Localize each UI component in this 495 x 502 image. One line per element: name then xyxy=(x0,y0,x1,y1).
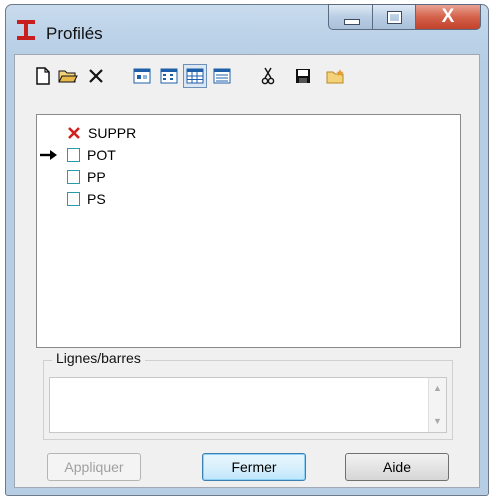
view-details-button[interactable] xyxy=(210,64,234,88)
title-bar[interactable]: Profilés X xyxy=(6,4,488,55)
toolbar xyxy=(15,55,479,95)
delete-button[interactable] xyxy=(84,64,108,88)
scroll-up-icon[interactable]: ▲ xyxy=(429,380,446,397)
view-small-icons-icon xyxy=(133,68,151,84)
view-list-icon xyxy=(160,68,178,84)
checkbox-icon xyxy=(67,148,80,162)
lines-bars-group: Lignes/barres ▲ ▼ xyxy=(43,350,453,440)
scroll-down-icon[interactable]: ▼ xyxy=(429,413,446,430)
new-folder-button[interactable] xyxy=(324,64,348,88)
new-folder-icon xyxy=(326,69,344,84)
view-small-icons-button[interactable] xyxy=(130,64,154,88)
close-icon: X xyxy=(441,6,455,27)
profiles-tree[interactable]: SUPPR POT PP PS xyxy=(36,114,461,348)
apply-button[interactable]: Appliquer xyxy=(47,453,141,481)
current-item-arrow-icon xyxy=(40,150,57,160)
delete-icon xyxy=(89,69,103,83)
view-list-button[interactable] xyxy=(157,64,181,88)
open-button[interactable] xyxy=(56,64,80,88)
maximize-icon xyxy=(387,11,402,24)
tree-item-pp[interactable]: PP xyxy=(67,167,106,187)
help-button[interactable]: Aide xyxy=(345,453,449,481)
tree-item-label: SUPPR xyxy=(88,125,137,141)
view-details-icon xyxy=(213,68,231,84)
new-button[interactable] xyxy=(31,64,55,88)
cut-button[interactable] xyxy=(256,64,280,88)
window-title: Profilés xyxy=(46,24,103,43)
close-button[interactable]: Fermer xyxy=(202,453,306,481)
tree-item-ps[interactable]: PS xyxy=(67,189,106,209)
checkbox-icon xyxy=(67,170,80,184)
close-window-button[interactable]: X xyxy=(415,4,481,30)
view-grid-icon xyxy=(186,68,204,84)
tree-item-label: PS xyxy=(87,191,106,207)
view-grid-button[interactable] xyxy=(183,64,207,88)
profile-i-beam-icon xyxy=(17,20,35,40)
tree-item-label: PP xyxy=(87,169,106,185)
dialog-client-area: SUPPR POT PP PS Lignes/barres ▲ ▼ Appliq… xyxy=(14,54,480,488)
maximize-button[interactable] xyxy=(372,4,416,30)
tree-item-suppr[interactable]: SUPPR xyxy=(67,123,136,143)
minimize-icon xyxy=(344,19,360,25)
tree-item-label: POT xyxy=(87,147,116,163)
open-folder-icon xyxy=(58,70,78,83)
minimize-button[interactable] xyxy=(328,4,373,30)
lines-bars-memo[interactable]: ▲ ▼ xyxy=(49,377,447,433)
checkbox-icon xyxy=(67,192,80,206)
red-x-icon xyxy=(68,127,80,139)
group-title: Lignes/barres xyxy=(52,350,145,366)
save-button[interactable] xyxy=(291,64,315,88)
profiles-window: Profilés X SUPPR POT PP PS Lignes/barres… xyxy=(5,4,489,496)
save-icon xyxy=(296,69,310,83)
cut-icon xyxy=(261,67,275,85)
tree-item-pot[interactable]: POT xyxy=(40,145,116,165)
new-icon xyxy=(36,67,50,85)
memo-scrollbar[interactable]: ▲ ▼ xyxy=(428,378,446,432)
